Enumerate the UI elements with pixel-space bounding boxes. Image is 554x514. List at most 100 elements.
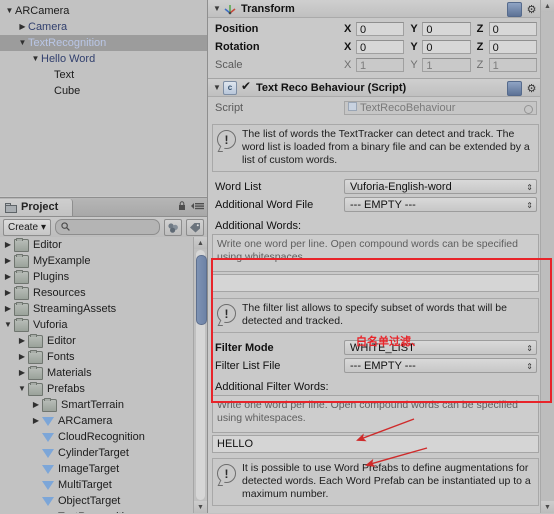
position-z[interactable]: Z 0 xyxy=(477,21,537,36)
scale-y[interactable]: Y 1 xyxy=(410,57,471,72)
position-y[interactable]: Y 0 xyxy=(410,21,471,36)
word-list-dropdown[interactable]: Vuforia-English-word ⇕ xyxy=(344,179,537,194)
scroll-up-icon[interactable]: ▲ xyxy=(541,0,554,12)
script-object-field[interactable]: TextRecoBehaviour xyxy=(344,100,537,115)
project-item-arcamera[interactable]: ▶ ARCamera xyxy=(0,413,194,429)
project-item-multitarget[interactable]: ▶MultiTarget xyxy=(0,477,194,493)
lock-icon[interactable] xyxy=(178,201,186,214)
chevron-right-icon[interactable]: ▶ xyxy=(2,269,14,285)
reference-icon[interactable] xyxy=(507,81,522,96)
transform-icon xyxy=(223,2,237,15)
project-item-textrecognition[interactable]: ▶TextRecognition xyxy=(0,509,194,513)
chevron-right-icon[interactable]: ▶ xyxy=(2,301,14,317)
component-enabled-checkbox[interactable] xyxy=(241,79,253,94)
transform-header[interactable]: ▼ Transform ⚙ xyxy=(208,0,541,18)
project-item-smartterrain[interactable]: ▶ SmartTerrain xyxy=(0,397,194,413)
position-x-field[interactable]: 0 xyxy=(356,21,405,36)
project-item-resources[interactable]: ▶ Resources xyxy=(0,285,194,301)
panel-menu-icon[interactable] xyxy=(191,201,204,214)
project-item-myexample[interactable]: ▶ MyExample xyxy=(0,253,194,269)
project-item-cloudrecognition[interactable]: ▶CloudRecognition xyxy=(0,429,194,445)
project-item-cylindertarget[interactable]: ▶CylinderTarget xyxy=(0,445,194,461)
project-item-prefabs[interactable]: ▼ Prefabs xyxy=(0,381,194,397)
chevron-right-icon[interactable]: ▶ xyxy=(16,333,28,349)
additional-words-textarea[interactable]: Write one word per line. Open compound w… xyxy=(212,234,539,272)
project-search-input[interactable] xyxy=(55,219,160,235)
chevron-right-icon[interactable]: ▶ xyxy=(16,349,28,365)
filter-list-file-dropdown[interactable]: --- EMPTY --- ⇕ xyxy=(344,358,537,373)
hierarchy-item-camera[interactable]: ▶ Camera xyxy=(0,19,207,35)
project-item-materials[interactable]: ▶ Materials xyxy=(0,365,194,381)
rotation-y-field[interactable]: 0 xyxy=(422,39,471,54)
folder-icon xyxy=(14,253,29,268)
scale-x-field[interactable]: 1 xyxy=(356,57,405,72)
filter-by-label-icon[interactable] xyxy=(186,218,204,236)
rotation-vector: X 0 Y 0 Z 0 xyxy=(344,39,537,54)
scroll-down-icon[interactable]: ▼ xyxy=(194,501,207,513)
chevron-right-icon[interactable]: ▶ xyxy=(2,285,14,301)
additional-words-value-field[interactable] xyxy=(212,274,539,292)
component-text-reco-behaviour: ▼ c Text Reco Behaviour (Script) ⚙ Scrip… xyxy=(208,79,541,513)
project-item-label: Materials xyxy=(47,367,92,379)
object-picker-icon[interactable] xyxy=(524,104,533,114)
project-item-imagetarget[interactable]: ▶ImageTarget xyxy=(0,461,194,477)
rotation-x[interactable]: X 0 xyxy=(344,39,405,54)
rotation-y[interactable]: Y 0 xyxy=(410,39,471,54)
chevron-down-icon[interactable]: ▼ xyxy=(16,381,28,397)
chevron-down-icon[interactable]: ▼ xyxy=(17,35,28,51)
chevron-down-icon[interactable]: ▼ xyxy=(30,51,41,67)
additional-filter-words-textarea[interactable]: Write one word per line. Open compound w… xyxy=(212,395,539,433)
project-scroll-thumb[interactable] xyxy=(196,255,207,325)
chevron-right-icon[interactable]: ▶ xyxy=(30,397,42,413)
project-item-vuforia[interactable]: ▼ Vuforia xyxy=(0,317,194,333)
gear-icon[interactable]: ⚙ xyxy=(525,3,538,16)
reference-icon[interactable] xyxy=(507,2,522,17)
chevron-down-icon[interactable]: ▼ xyxy=(2,317,14,333)
chevron-down-icon[interactable]: ▼ xyxy=(4,3,15,19)
additional-filter-words-value-field[interactable]: HELLO xyxy=(212,435,539,453)
project-item-fonts[interactable]: ▶ Fonts xyxy=(0,349,194,365)
chevron-right-icon[interactable]: ▶ xyxy=(2,253,14,269)
hierarchy-item-textrecognition[interactable]: ▼ TextRecognition xyxy=(0,35,207,51)
scroll-down-icon[interactable]: ▼ xyxy=(541,501,554,513)
chevron-right-icon[interactable]: ▶ xyxy=(2,237,14,253)
hierarchy-item-text[interactable]: ▶Text xyxy=(0,67,207,83)
hierarchy-item-cube[interactable]: ▶Cube xyxy=(0,83,207,99)
project-item-editor[interactable]: ▶ Editor xyxy=(0,237,194,253)
scale-z[interactable]: Z 1 xyxy=(477,57,537,72)
project-item-streamingassets[interactable]: ▶ StreamingAssets xyxy=(0,301,194,317)
hierarchy-item-hello-word[interactable]: ▼ Hello Word xyxy=(0,51,207,67)
scroll-up-icon[interactable]: ▲ xyxy=(194,237,207,249)
rotation-x-field[interactable]: 0 xyxy=(356,39,405,54)
inspector-scrollbar[interactable]: ▲ ▼ xyxy=(540,0,554,513)
project-item-plugins[interactable]: ▶ Plugins xyxy=(0,269,194,285)
project-item-editor[interactable]: ▶ Editor xyxy=(0,333,194,349)
script-header[interactable]: ▼ c Text Reco Behaviour (Script) ⚙ xyxy=(208,79,541,97)
hierarchy-item-arcamera[interactable]: ▼ ARCamera xyxy=(0,3,207,19)
transform-foldout-icon[interactable]: ▼ xyxy=(211,4,223,13)
chevron-right-icon[interactable]: ▶ xyxy=(30,413,42,429)
scale-x[interactable]: X 1 xyxy=(344,57,405,72)
position-y-field[interactable]: 0 xyxy=(422,21,471,36)
helpbox-filterlist: ! The filter list allows to specify subs… xyxy=(212,298,539,333)
position-z-field[interactable]: 0 xyxy=(488,21,537,36)
folder-icon xyxy=(14,285,29,300)
project-tree[interactable]: ▶ Editor ▶ MyExample ▶ Plugins ▶ Resources ▶ Stre… xyxy=(0,237,194,513)
project-scrollbar[interactable]: ▲ ▼ xyxy=(193,237,207,513)
create-button-label: Create xyxy=(8,221,39,233)
project-item-objecttarget[interactable]: ▶ObjectTarget xyxy=(0,493,194,509)
scale-y-field[interactable]: 1 xyxy=(422,57,471,72)
script-foldout-icon[interactable]: ▼ xyxy=(211,83,223,92)
position-x[interactable]: X 0 xyxy=(344,21,405,36)
create-button[interactable]: Create ▾ xyxy=(3,218,52,236)
hierarchy-tree[interactable]: ▼ ARCamera ▶ Camera ▼ TextRecognition ▼ Hello W… xyxy=(0,0,207,99)
tab-project[interactable]: Project xyxy=(0,198,74,216)
rotation-z-field[interactable]: 0 xyxy=(488,39,537,54)
additional-word-file-dropdown[interactable]: --- EMPTY --- ⇕ xyxy=(344,197,537,212)
rotation-z[interactable]: Z 0 xyxy=(477,39,537,54)
filter-by-type-icon[interactable] xyxy=(164,218,182,236)
scale-z-field[interactable]: 1 xyxy=(488,57,537,72)
chevron-right-icon[interactable]: ▶ xyxy=(17,19,28,35)
gear-icon[interactable]: ⚙ xyxy=(525,82,538,95)
chevron-right-icon[interactable]: ▶ xyxy=(16,365,28,381)
